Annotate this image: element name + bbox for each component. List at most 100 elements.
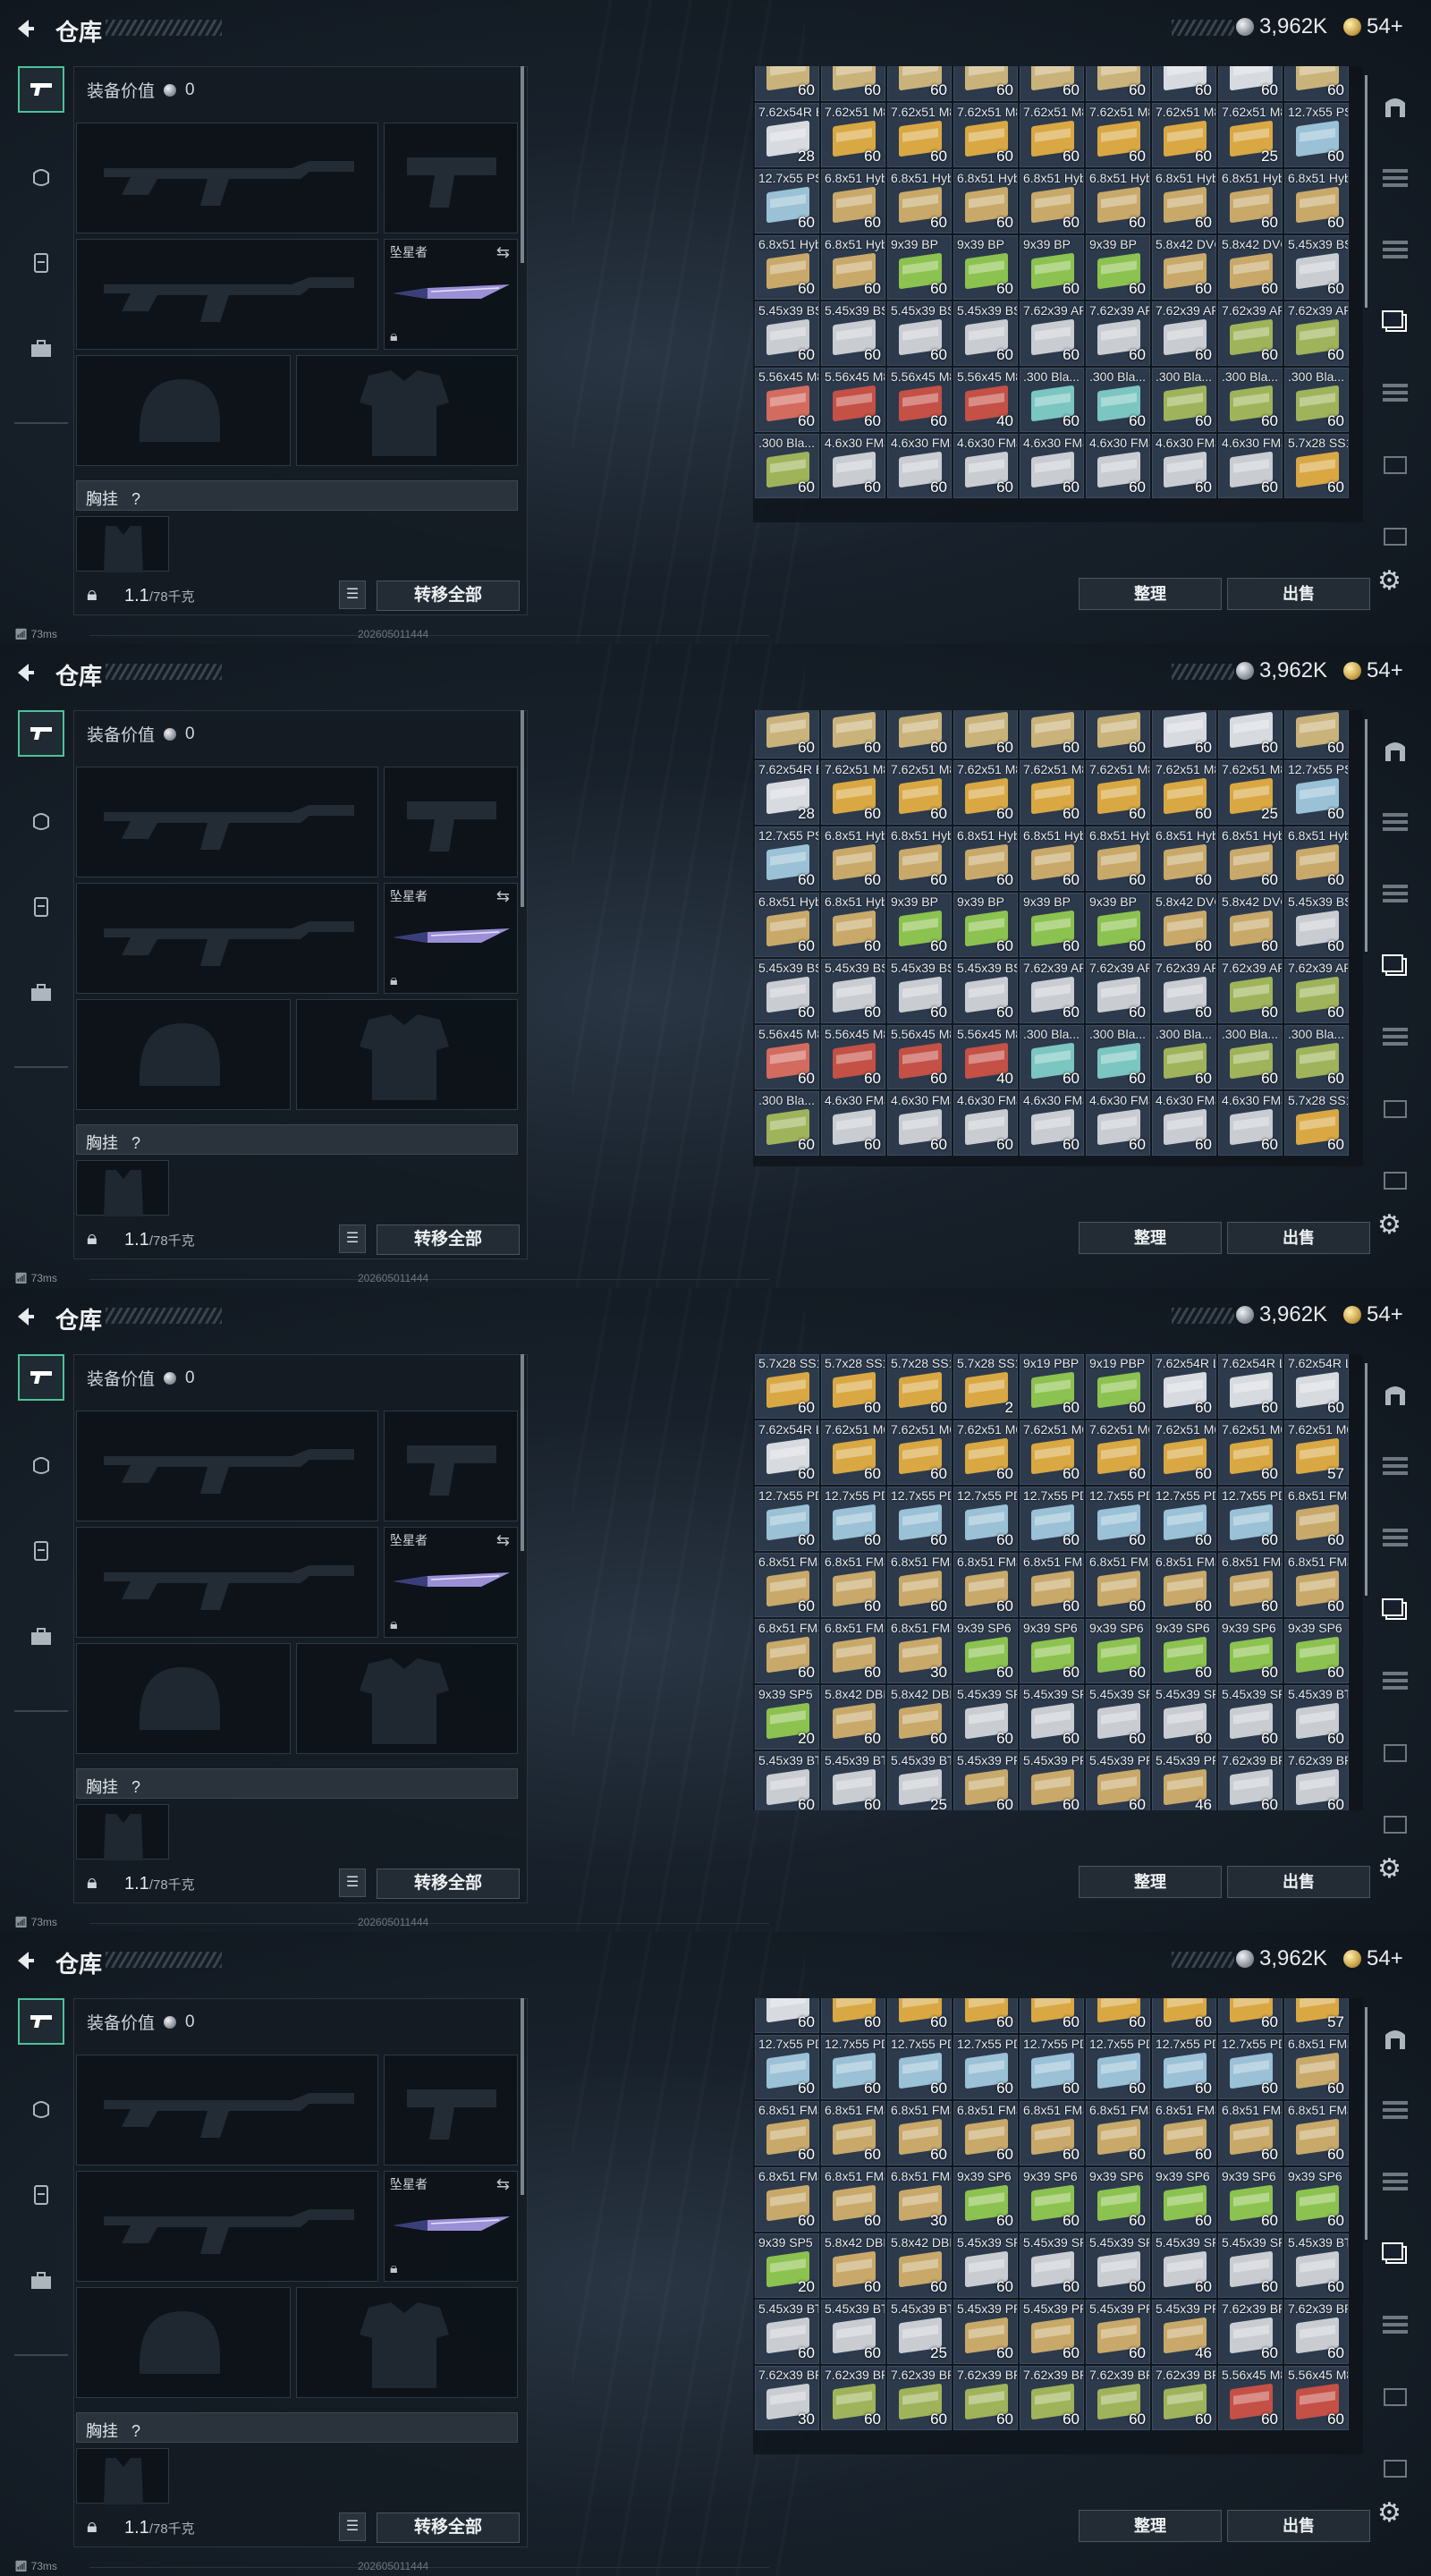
armor-tab[interactable] xyxy=(18,2086,64,2132)
ammo-item[interactable]: 6.8x51 Hybrid 60 xyxy=(953,168,1018,233)
swap-icon[interactable]: ⇆ xyxy=(496,243,510,262)
ammo-item[interactable]: 5.45x39 BT 25 xyxy=(887,1751,952,1810)
ammo-item[interactable]: 5.56x45 M855 40 xyxy=(953,367,1018,432)
melee-slot[interactable]: 坠星者 ⇆ 🔒︎ xyxy=(384,239,518,350)
ammo-item[interactable]: 7.62x39 AP 60 xyxy=(1086,958,1150,1023)
ammo-item[interactable]: .300 Bla... BC-SUB 60 xyxy=(755,1090,819,1156)
chest-rig-header[interactable]: 胸挂 ? xyxy=(76,480,518,511)
ammo-item[interactable]: 12.7x55 PD12 A 60 xyxy=(1020,2034,1084,2099)
stash-tab-1[interactable] xyxy=(1377,1449,1413,1485)
ammo-item[interactable]: 7.62x54R BT 28 xyxy=(755,102,819,167)
ammo-item[interactable]: 5.45x39 BS 60 xyxy=(887,301,952,366)
ammo-item[interactable]: 5.45x39 SP 60 xyxy=(953,1685,1018,1750)
ammo-item[interactable]: 60 xyxy=(887,710,952,758)
stash-tab-3[interactable] xyxy=(1377,304,1413,340)
ammo-item[interactable]: 7.62x51 M80 60 xyxy=(887,102,952,167)
ammo-item[interactable]: 6.8x51 FMJ 60 xyxy=(887,1553,952,1617)
stash-scrollbar[interactable] xyxy=(1365,75,1367,308)
ammo-item[interactable]: 9x39 BP 60 xyxy=(887,234,952,300)
ammo-item[interactable]: 5.45x39 SP 60 xyxy=(1020,2233,1084,2298)
ammo-item[interactable]: 6.8x51 FMJ 60 xyxy=(755,1619,819,1683)
equipment-scrollbar[interactable] xyxy=(521,1354,524,1551)
ammo-item[interactable]: 12.7x55 PD12 A 60 xyxy=(755,1487,819,1551)
case-tab[interactable] xyxy=(18,2258,64,2304)
stash-tab-1[interactable] xyxy=(1377,2093,1413,2129)
ammo-item[interactable]: 5.45x39 PP 60 xyxy=(1086,1751,1150,1810)
ammo-item[interactable]: 6.8x51 FMJ 60 xyxy=(821,2166,885,2232)
ammo-item[interactable]: 4.6x30 FMJ SX 60 xyxy=(821,1090,885,1156)
ammo-item[interactable]: 6.8x51 FMJ 60 xyxy=(1284,1553,1349,1617)
ammo-item[interactable]: 5.45x39 BS 60 xyxy=(821,301,885,366)
ammo-item[interactable]: 4.6x30 FMJ SX 60 xyxy=(1218,1090,1283,1156)
gold-currency[interactable]: 54+ xyxy=(1343,1302,1403,1327)
case-tab[interactable] xyxy=(18,326,64,372)
ammo-item[interactable]: 7.62x51 M80 60 xyxy=(953,759,1018,825)
transfer-all-button[interactable]: 转移全部 xyxy=(377,580,520,611)
ammo-item[interactable]: 6.8x51 FMJ 60 xyxy=(1020,2100,1084,2165)
organize-button[interactable]: 整理 xyxy=(1079,1866,1222,1898)
help-icon[interactable]: ? xyxy=(131,490,140,508)
list-view-button[interactable]: ☰ xyxy=(339,580,366,609)
ammo-item[interactable]: .300 Bla... BC-SUB 60 xyxy=(1218,1024,1283,1089)
stash-tab-2[interactable] xyxy=(1377,1521,1413,1556)
ammo-item[interactable]: 60 xyxy=(1284,66,1349,101)
ammo-item[interactable]: 5.45x39 BT 60 xyxy=(821,1751,885,1810)
ammo-item[interactable]: 7.62x39 AP 60 xyxy=(1020,301,1084,366)
stash-tab-5[interactable] xyxy=(1377,447,1413,483)
ammo-item[interactable]: 6.8x51 Hybrid 60 xyxy=(1284,826,1349,891)
ammo-item[interactable]: 9x39 SP6 60 xyxy=(953,1619,1018,1683)
stash-tab-6[interactable] xyxy=(1377,519,1413,555)
ammo-item[interactable]: 6.8x51 FMJ 60 xyxy=(1284,2100,1349,2165)
help-icon[interactable]: ? xyxy=(131,2422,140,2440)
ammo-item[interactable]: 5.8x42 DVC12 60 xyxy=(1152,892,1216,957)
ammo-item[interactable]: 12.7x55 PD12 A 60 xyxy=(953,1487,1018,1551)
ammo-item[interactable]: 9x39 SP6 60 xyxy=(1284,1619,1349,1683)
primary-weapon-slot[interactable] xyxy=(76,767,378,877)
melee-slot[interactable]: 坠星者 ⇆ 🔒︎ xyxy=(384,2171,518,2282)
primary-weapon-slot[interactable] xyxy=(76,2055,378,2165)
ammo-item[interactable]: 5.45x39 PP 60 xyxy=(953,1751,1018,1810)
sell-button[interactable]: 出售 xyxy=(1227,578,1370,610)
chest-rig-header[interactable]: 胸挂 ? xyxy=(76,1768,518,1799)
ammo-item[interactable]: 7.62x51 M61 57 xyxy=(1284,1420,1349,1485)
settings-gear-icon[interactable]: ⚙ xyxy=(1377,1209,1401,1241)
ammo-item[interactable]: 6.8x51 FMJ 60 xyxy=(953,2100,1018,2165)
stash-tab-2[interactable] xyxy=(1377,2165,1413,2200)
ammo-item[interactable]: 60 xyxy=(1086,710,1150,758)
stash-scrollbar[interactable] xyxy=(1365,1363,1367,1596)
ammo-item[interactable]: 5.45x39 BT 60 xyxy=(821,2299,885,2364)
ammo-item[interactable]: 5.45x39 SP 60 xyxy=(1152,1685,1216,1750)
secondary-weapon-slot[interactable] xyxy=(76,883,378,994)
ammo-item[interactable]: 9x39 SP6 60 xyxy=(1152,2166,1216,2232)
ammo-item[interactable]: 6.8x51 FMJ 60 xyxy=(1086,1553,1150,1617)
ammo-item[interactable]: 7.62x51 M80 60 xyxy=(821,759,885,825)
ammo-item[interactable]: 4.6x30 FMJ SX 60 xyxy=(1152,433,1216,498)
ammo-item[interactable]: 5.45x39 SP 60 xyxy=(1218,1685,1283,1750)
ammo-item[interactable]: 60 xyxy=(1218,1998,1283,2033)
ammo-item[interactable]: 4.6x30 FMJ SX 60 xyxy=(887,433,952,498)
ammo-item[interactable]: .300 Bla... BC-SUB 60 xyxy=(755,433,819,498)
back-icon[interactable] xyxy=(13,16,38,41)
ammo-item[interactable]: 60 xyxy=(1020,710,1084,758)
ammo-item[interactable]: 7.62x51 M61 60 xyxy=(887,1420,952,1485)
ammo-item[interactable]: 4.6x30 FMJ SX 60 xyxy=(953,433,1018,498)
ammo-item[interactable]: 5.56x45 M855 40 xyxy=(953,1024,1018,1089)
ammo-item[interactable]: 5.45x39 PP 60 xyxy=(1020,1751,1084,1810)
ammo-item[interactable]: 60 xyxy=(1086,1998,1150,2033)
melee-slot[interactable]: 坠星者 ⇆ 🔒︎ xyxy=(384,1527,518,1638)
stash-tab-main[interactable] xyxy=(1377,2021,1413,2057)
stash-tab-3[interactable] xyxy=(1377,2236,1413,2272)
ammo-item[interactable]: 12.7x55 PS12B 60 xyxy=(755,826,819,891)
ammo-item[interactable]: 9x39 SP5 20 xyxy=(755,1685,819,1750)
ammo-item[interactable]: 5.45x39 PP 60 xyxy=(1020,2299,1084,2364)
ammo-item[interactable]: .300 Bla... BC-SUB 60 xyxy=(1284,1024,1349,1089)
organize-button[interactable]: 整理 xyxy=(1079,1222,1222,1254)
ammo-item[interactable]: .300 Bla... BCP FMJ 60 xyxy=(1020,367,1084,432)
ammo-item[interactable]: 5.8x42 DBP10 60 xyxy=(821,1685,885,1750)
ammo-item[interactable]: 7.62x51 M80 60 xyxy=(821,102,885,167)
gold-currency[interactable]: 54+ xyxy=(1343,14,1403,39)
ammo-item[interactable]: 60 xyxy=(887,1998,952,2033)
ammo-item[interactable]: 7.62x51 M80 60 xyxy=(1152,102,1216,167)
ammo-item[interactable]: 9x39 SP6 60 xyxy=(1020,1619,1084,1683)
ammo-item[interactable]: 6.8x51 Hybrid 60 xyxy=(821,826,885,891)
